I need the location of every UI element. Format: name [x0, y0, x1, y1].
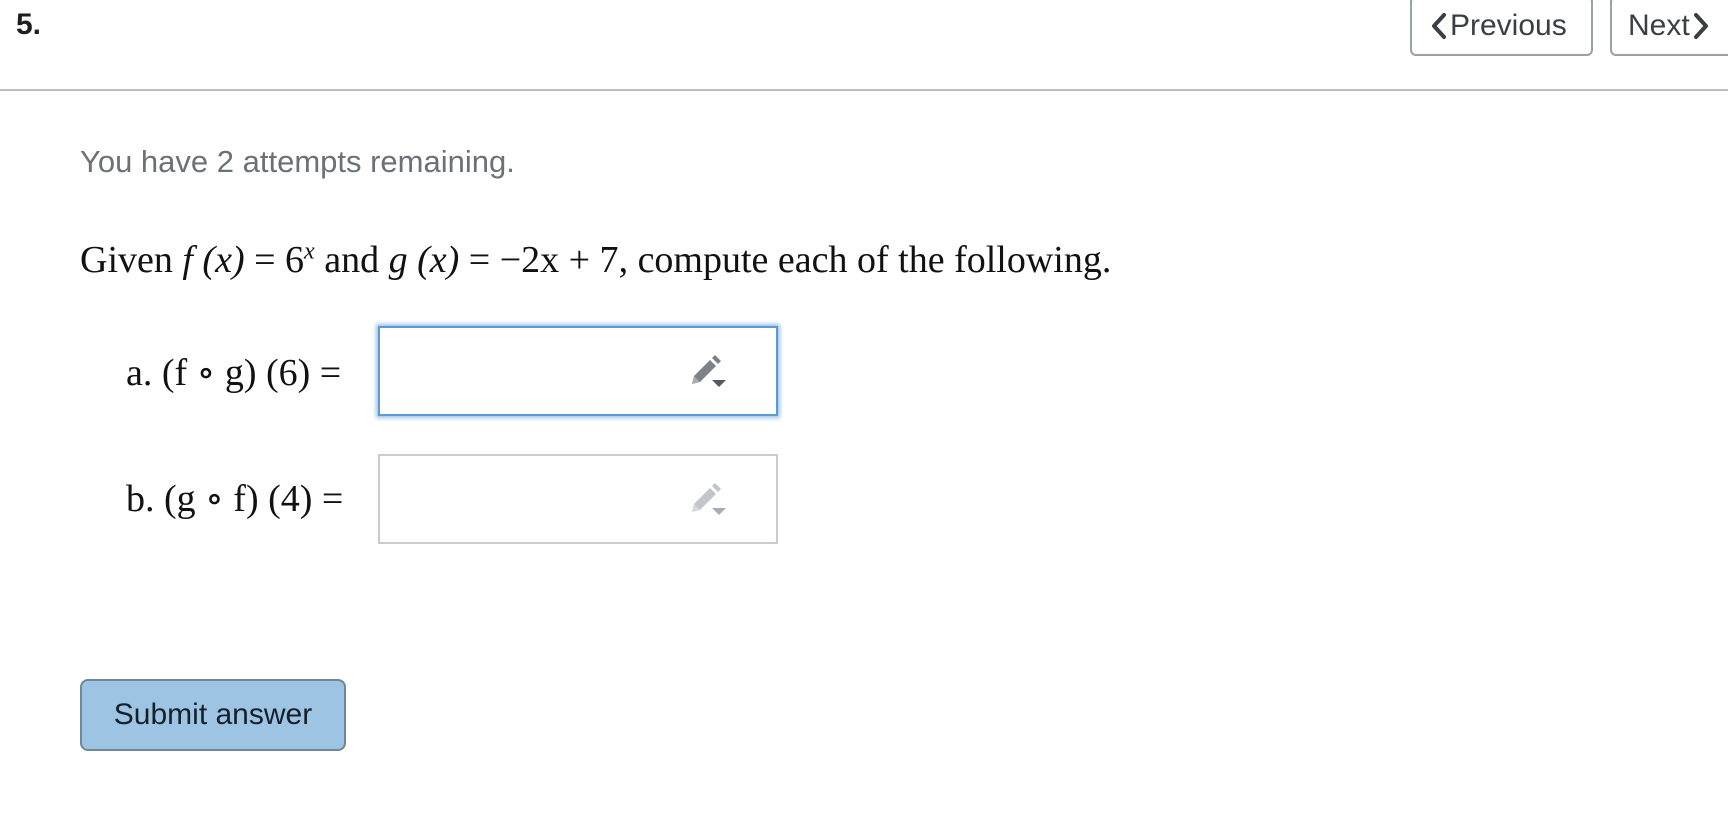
question-number: 5.	[16, 8, 42, 41]
attempts-remaining: You have 2 attempts remaining.	[80, 144, 515, 179]
submit-answer-button[interactable]: Submit answer	[80, 679, 346, 751]
previous-button[interactable]: Previous	[1410, 0, 1593, 56]
part-a-expression: (f ∘ g) (6) =	[161, 352, 342, 394]
part-a-prompt: a. (f ∘ g) (6) =	[126, 350, 341, 395]
f-definition-exponent: x	[304, 238, 315, 265]
pencil-dropdown-icon[interactable]	[686, 482, 730, 522]
chevron-left-icon	[1428, 12, 1450, 40]
part-b-label: b.	[126, 478, 155, 520]
f-definition-eq: = 6	[244, 239, 305, 281]
previous-label: Previous	[1450, 9, 1567, 42]
f-definition-lhs: f (x)	[182, 239, 245, 281]
problem-given: Given	[80, 239, 173, 281]
part-b-prompt: b. (g ∘ f) (4) =	[126, 476, 343, 521]
part-a-answer-input[interactable]	[378, 326, 778, 416]
g-definition-rhs: = −2x + 7	[459, 239, 619, 281]
problem-and: and	[314, 239, 389, 281]
part-b-answer-input[interactable]	[378, 454, 778, 544]
g-definition-lhs: g (x)	[388, 239, 460, 281]
part-b-expression: (g ∘ f) (4) =	[164, 478, 344, 520]
pencil-dropdown-icon[interactable]	[686, 354, 730, 394]
chevron-right-icon	[1690, 12, 1712, 40]
problem-statement: Given f (x) = 6x and g (x) = −2x + 7, co…	[80, 238, 1111, 282]
part-a-label: a.	[126, 352, 153, 394]
next-button[interactable]: Next	[1610, 0, 1728, 56]
question-header: 5. Previous Next	[0, 0, 1728, 91]
problem-tail: , compute each of the following.	[618, 239, 1112, 281]
next-label: Next	[1628, 9, 1690, 42]
